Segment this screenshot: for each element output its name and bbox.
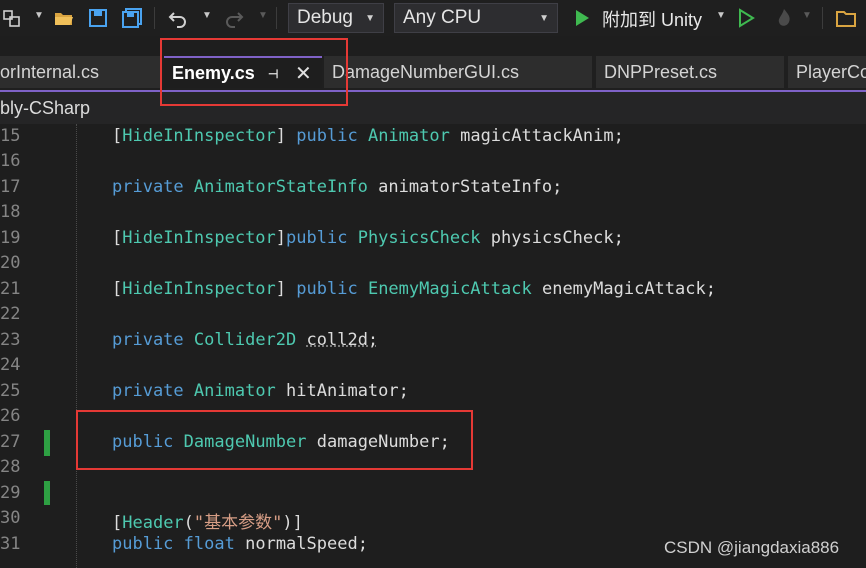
keyword: public — [296, 279, 358, 299]
code-line-17: private AnimatorStateInfo animatorStateI… — [112, 177, 562, 197]
type-name: PhysicsCheck — [357, 228, 481, 248]
chevron-down-icon: ▼ — [258, 10, 268, 21]
code-line-15: [HideInInspector] public Animator magicA… — [112, 126, 624, 146]
code-line-19: [HideInInspector]public PhysicsCheck phy… — [112, 228, 624, 248]
watermark: CSDN @jiangdaxia886 — [664, 538, 840, 557]
document-tabs: orInternal.cs Enemy.cs ⊣ ✕ DamageNumberG… — [0, 56, 866, 90]
save-icon[interactable] — [86, 6, 110, 30]
navigation-bar: bly-CSharp — [0, 92, 866, 125]
line-number: 28 — [0, 457, 21, 477]
configuration-value: Debug — [297, 7, 353, 28]
line-number: 19 — [0, 228, 21, 248]
open-folder-icon[interactable] — [52, 6, 76, 30]
line-number: 29 — [0, 483, 21, 503]
string-literal: "基本参数" — [193, 513, 283, 533]
change-marker — [44, 481, 50, 505]
attribute: HideInInspector — [122, 228, 276, 248]
line-number: 26 — [0, 406, 21, 426]
line-number: 31 — [0, 534, 21, 554]
tab-damagenumbergui[interactable]: DamageNumberGUI.cs — [324, 56, 592, 88]
type-name: Animator — [193, 381, 276, 401]
keyword: private — [112, 330, 184, 350]
keyword: private — [112, 177, 184, 197]
identifier: animatorStateInfo; — [378, 177, 563, 197]
line-number: 21 — [0, 279, 21, 299]
redo-icon[interactable] — [222, 6, 246, 30]
platform-dropdown[interactable]: Any CPU ▼ — [394, 3, 558, 33]
chevron-down-icon: ▼ — [802, 10, 812, 21]
chevron-down-icon[interactable]: ▼ — [716, 10, 726, 21]
separator — [154, 7, 155, 29]
attribute: HideInInspector — [122, 279, 276, 299]
attribute: HideInInspector — [122, 126, 276, 146]
type-name: EnemyMagicAttack — [367, 279, 532, 299]
identifier: coll2d; — [306, 330, 379, 350]
keyword: private — [112, 381, 184, 401]
line-number: 20 — [0, 253, 21, 273]
undo-icon[interactable] — [166, 6, 190, 30]
highlight-box-tab — [160, 38, 348, 106]
tab-label: DamageNumberGUI.cs — [332, 61, 520, 82]
keyword: public — [296, 126, 358, 146]
code-line-23: private Collider2D coll2d; — [112, 330, 378, 350]
run-icon[interactable] — [570, 6, 594, 30]
change-marker — [44, 430, 50, 456]
line-number: 22 — [0, 304, 21, 324]
keyword: float — [183, 534, 235, 554]
code-line-21: [HideInInspector] public EnemyMagicAttac… — [112, 279, 716, 299]
identifier: hitAnimator; — [286, 381, 409, 401]
line-number: 25 — [0, 381, 21, 401]
tab-label: orInternal.cs — [0, 61, 100, 82]
toolbar: ▼ ▼ ▼ Debug ▼ Any CPU ▼ 附加到 Unity ▼ ▼ — [0, 0, 866, 36]
identifier: physicsCheck; — [490, 228, 624, 248]
keyword: public — [112, 534, 174, 554]
line-number: 27 — [0, 432, 21, 452]
line-number: 15 — [0, 126, 21, 146]
folder-icon[interactable] — [834, 6, 858, 30]
project-dropdown[interactable]: bly-CSharp — [0, 98, 90, 119]
type-name: Collider2D — [193, 330, 297, 350]
line-number: 30 — [0, 508, 21, 528]
line-number: 18 — [0, 202, 21, 222]
chevron-down-icon: ▼ — [539, 13, 549, 24]
chevron-down-icon[interactable]: ▼ — [34, 10, 44, 21]
tab-label: PlayerCo — [796, 61, 866, 82]
tab-label: DNPPreset.cs — [604, 61, 718, 82]
tab-orinternal[interactable]: orInternal.cs — [0, 56, 160, 88]
configuration-dropdown[interactable]: Debug ▼ — [288, 3, 384, 33]
type-name: AnimatorStateInfo — [193, 177, 368, 197]
platform-value: Any CPU — [403, 7, 482, 28]
tab-playerco[interactable]: PlayerCo — [788, 56, 866, 88]
start-without-debug-icon[interactable] — [734, 6, 758, 30]
tab-dnppreset[interactable]: DNPPreset.cs — [596, 56, 784, 88]
identifier: magicAttackAnim; — [460, 126, 624, 146]
highlight-box-code — [76, 410, 473, 470]
indent-guide — [76, 124, 77, 568]
code-line-31: public float normalSpeed; — [112, 534, 368, 554]
line-number: 24 — [0, 355, 21, 375]
keyword: public — [286, 228, 348, 248]
identifier: enemyMagicAttack; — [541, 279, 716, 299]
code-line-25: private Animator hitAnimator; — [112, 381, 409, 401]
code-editor[interactable]: 15 16 17 18 19 20 21 22 23 24 25 26 27 2… — [0, 124, 866, 568]
hot-reload-icon — [772, 6, 796, 30]
type-name: Animator — [367, 126, 450, 146]
save-all-icon[interactable] — [120, 6, 144, 30]
separator — [276, 7, 277, 29]
chevron-down-icon[interactable]: ▼ — [202, 10, 212, 21]
attach-unity-button[interactable]: 附加到 Unity — [602, 6, 702, 32]
chevron-down-icon: ▼ — [365, 13, 375, 24]
code-line-30: [Header("基本参数")] — [112, 513, 303, 533]
solution-icon[interactable] — [0, 6, 24, 30]
identifier: normalSpeed; — [245, 534, 368, 554]
line-number: 17 — [0, 177, 21, 197]
line-number: 16 — [0, 151, 21, 171]
line-number: 23 — [0, 330, 21, 350]
attribute: Header — [122, 513, 184, 533]
separator — [822, 7, 823, 29]
